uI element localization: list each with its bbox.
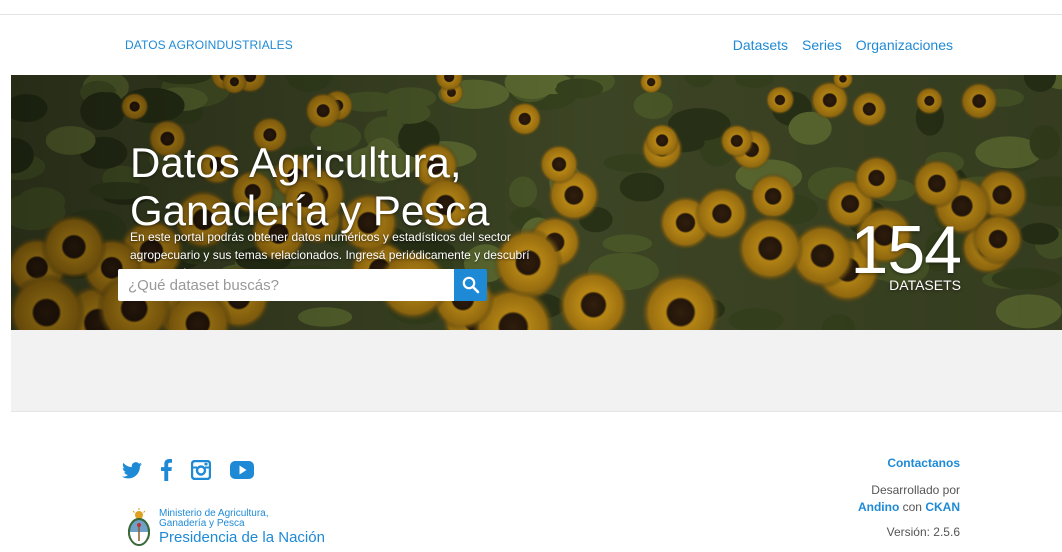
ministry-logo[interactable]: Ministerio de Agricultura, Ganadería y P…	[125, 508, 325, 548]
contact-link[interactable]: Contactanos	[858, 456, 960, 470]
site-header: DATOS AGROINDUSTRIALES Datasets Series O…	[0, 15, 1062, 75]
brand-link[interactable]: DATOS AGROINDUSTRIALES	[125, 38, 293, 52]
ckan-link[interactable]: CKAN	[925, 500, 960, 514]
ministry-line3: Presidencia de la Nación	[159, 529, 325, 546]
developed-by: Desarrollado por	[871, 483, 960, 497]
ministry-line2: Ganadería y Pesca	[159, 518, 245, 529]
nav-datasets[interactable]: Datasets	[733, 37, 788, 53]
search-button[interactable]	[454, 269, 487, 301]
nav-organizaciones[interactable]: Organizaciones	[856, 37, 953, 53]
ministry-text: Ministerio de Agricultura, Ganadería y P…	[159, 509, 325, 547]
hero-title: Datos Agricultura, Ganadería y Pesca	[130, 139, 490, 235]
facebook-icon[interactable]	[161, 459, 172, 481]
content-band	[11, 330, 1062, 412]
youtube-icon[interactable]	[230, 461, 254, 479]
con-text: con	[902, 500, 922, 514]
main-nav: Datasets Series Organizaciones	[733, 37, 953, 53]
dataset-count: 154	[850, 212, 962, 288]
footer-info: Contactanos Desarrollado por Andino con …	[858, 456, 960, 539]
social-links	[122, 459, 254, 481]
twitter-icon[interactable]	[122, 461, 142, 479]
hero-title-line1: Datos Agricultura,	[130, 139, 462, 187]
hero-banner: Datos Agricultura, Ganadería y Pesca En …	[11, 75, 1062, 330]
instagram-icon[interactable]	[191, 460, 211, 480]
dataset-counter: 154 DATASETS	[850, 212, 962, 293]
version-text: Versión: 2.5.6	[886, 525, 960, 539]
developed-with: Andino con CKAN	[858, 499, 960, 516]
nav-series[interactable]: Series	[802, 37, 842, 53]
search-icon	[462, 276, 479, 294]
coat-of-arms-icon	[128, 508, 150, 546]
dataset-search	[118, 269, 487, 301]
andino-link[interactable]: Andino	[858, 500, 899, 514]
search-input[interactable]	[118, 269, 454, 301]
